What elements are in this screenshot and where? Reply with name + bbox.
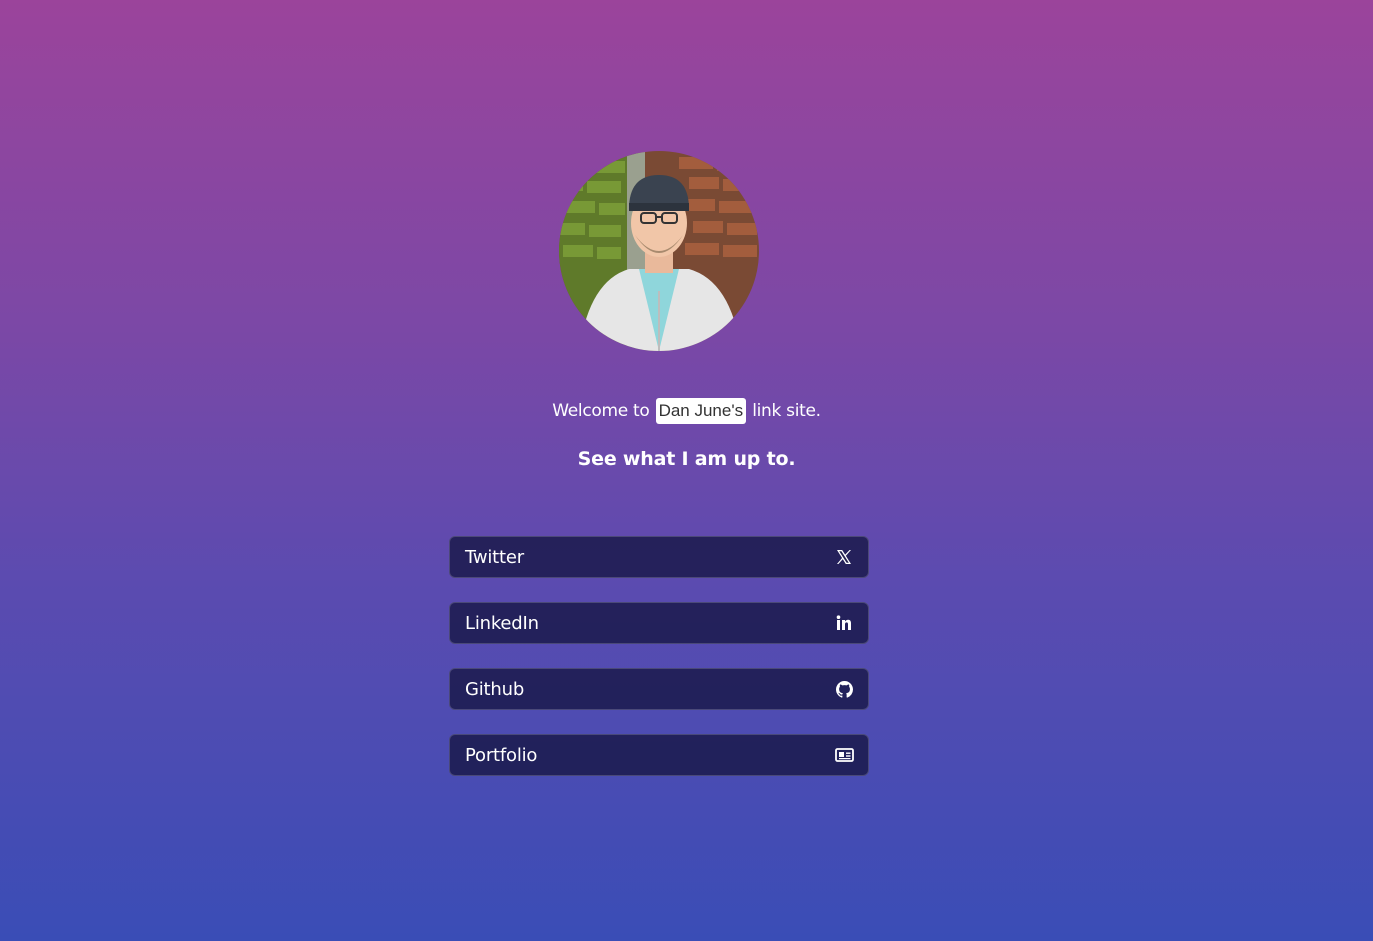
- github-icon: [834, 679, 854, 699]
- linkedin-link-label: LinkedIn: [465, 612, 539, 634]
- twitter-link-label: Twitter: [465, 546, 524, 568]
- tagline: See what I am up to.: [577, 448, 796, 470]
- github-link-label: Github: [465, 678, 525, 700]
- linkedin-icon: [834, 613, 854, 633]
- welcome-prefix: Welcome to: [552, 401, 650, 421]
- id-card-icon: [834, 745, 854, 765]
- owner-name: Dan June's: [655, 398, 747, 424]
- profile-avatar: [559, 151, 759, 351]
- link-list: Twitter LinkedIn Github Portfolio: [449, 536, 869, 800]
- portfolio-link-label: Portfolio: [465, 744, 538, 766]
- twitter-link-button[interactable]: Twitter: [449, 536, 869, 578]
- welcome-line: Welcome to Dan June's link site.: [0, 398, 1373, 424]
- link-page: Welcome to Dan June's link site. See wha…: [0, 0, 1373, 941]
- welcome-suffix: link site.: [752, 401, 821, 421]
- portfolio-link-button[interactable]: Portfolio: [449, 734, 869, 776]
- github-link-button[interactable]: Github: [449, 668, 869, 710]
- x-twitter-icon: [834, 547, 854, 567]
- linkedin-link-button[interactable]: LinkedIn: [449, 602, 869, 644]
